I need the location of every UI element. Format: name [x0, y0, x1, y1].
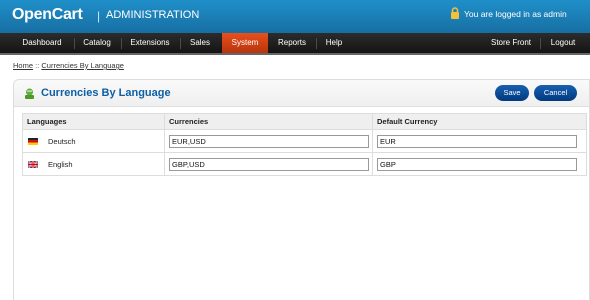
menu-divider	[540, 38, 541, 49]
lock-icon	[451, 7, 459, 19]
menu-divider	[316, 38, 317, 49]
table-row: Deutsch	[22, 129, 587, 153]
table-row: English	[22, 152, 587, 176]
column-header-default-currency: Default Currency	[372, 113, 587, 130]
de-flag-icon	[28, 138, 38, 146]
language-name: Deutsch	[48, 136, 76, 146]
currencies-cell	[164, 152, 373, 176]
menu-divider	[121, 38, 122, 49]
logo-separator: |	[97, 9, 101, 23]
logged-in-status: You are logged in as admin	[464, 9, 567, 19]
menu-dashboard[interactable]: Dashboard	[14, 33, 70, 53]
menu-store-front[interactable]: Store Front	[486, 33, 536, 53]
page-title: Currencies By Language	[41, 87, 171, 99]
currency-icon	[25, 88, 34, 99]
content-box: Currencies By Language Save Cancel Langu…	[13, 79, 590, 300]
gb-flag-icon	[28, 161, 38, 169]
currencies-table: Languages Currencies Default Currency De…	[22, 113, 587, 176]
menu-sales[interactable]: Sales	[183, 33, 217, 53]
main-menu: Dashboard Catalog Extensions Sales Syste…	[0, 33, 590, 55]
menu-divider	[180, 38, 181, 49]
default-currency-cell	[372, 152, 587, 176]
default-currency-cell	[372, 129, 587, 153]
column-header-languages: Languages	[22, 113, 165, 130]
opencart-logo[interactable]: OpenCart	[12, 6, 83, 24]
top-header: OpenCart | ADMINISTRATION You are logged…	[0, 0, 590, 33]
save-button[interactable]: Save	[495, 85, 529, 101]
language-name: English	[48, 159, 73, 169]
box-heading: Currencies By Language Save Cancel	[14, 80, 589, 107]
cancel-button[interactable]: Cancel	[534, 85, 577, 101]
default-currency-input[interactable]	[377, 134, 577, 148]
table-header-row: Languages Currencies Default Currency	[22, 113, 587, 130]
breadcrumb-current[interactable]: Currencies By Language	[41, 61, 124, 70]
menu-catalog[interactable]: Catalog	[77, 33, 117, 53]
currencies-input[interactable]	[169, 134, 369, 148]
currencies-input[interactable]	[169, 157, 369, 171]
column-header-currencies: Currencies	[164, 113, 373, 130]
currencies-cell	[164, 129, 373, 153]
menu-divider	[74, 38, 75, 49]
language-cell: English	[22, 152, 165, 176]
administration-label: ADMINISTRATION	[106, 9, 200, 21]
menu-extensions[interactable]: Extensions	[124, 33, 176, 53]
menu-logout[interactable]: Logout	[544, 33, 582, 53]
menu-reports[interactable]: Reports	[272, 33, 312, 53]
menu-system[interactable]: System	[222, 33, 268, 53]
breadcrumb-home[interactable]: Home	[13, 61, 33, 70]
language-cell: Deutsch	[22, 129, 165, 153]
breadcrumb: Home :: Currencies By Language	[13, 61, 124, 70]
default-currency-input[interactable]	[377, 157, 577, 171]
breadcrumb-separator: ::	[35, 61, 40, 70]
menu-help[interactable]: Help	[319, 33, 349, 53]
